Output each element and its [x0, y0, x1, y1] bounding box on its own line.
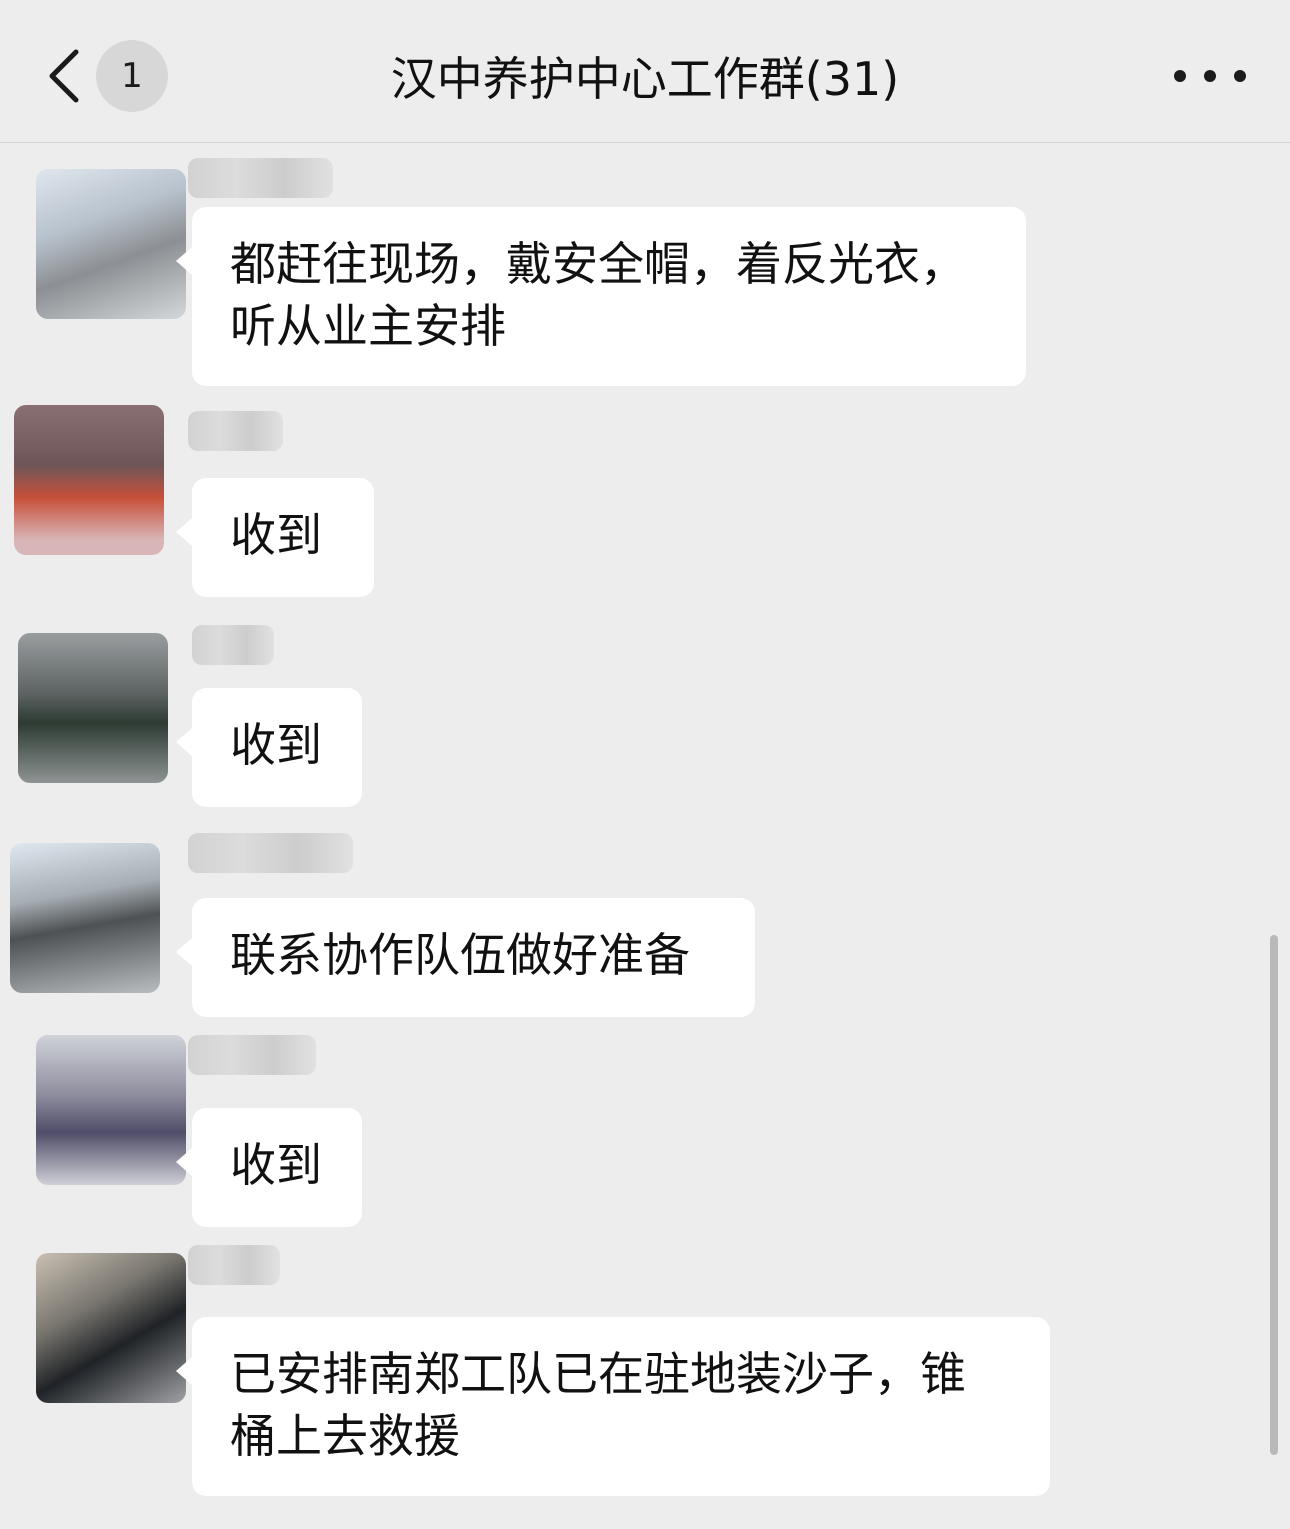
sender-name-redacted	[188, 158, 333, 198]
message-bubble[interactable]: 收到	[176, 1108, 362, 1227]
message-text: 联系协作队伍做好准备	[230, 928, 690, 982]
sender-name-redacted	[188, 1035, 316, 1075]
navigation-bar: 1 汉中养护中心工作群(31)	[0, 0, 1290, 143]
avatar[interactable]	[10, 843, 160, 993]
message-bubble[interactable]: 联系协作队伍做好准备	[176, 898, 755, 1017]
avatar[interactable]	[18, 633, 168, 783]
message-bubble[interactable]: 已安排南郑工队已在驻地装沙子，锥 桶上去救援	[176, 1317, 1050, 1496]
avatar[interactable]	[36, 169, 186, 319]
sender-name-redacted	[192, 625, 274, 665]
message-text: 听从业主安排	[230, 299, 506, 353]
message-text: 桶上去救援	[230, 1409, 460, 1463]
message-text: 收到	[230, 1138, 322, 1192]
dot-icon	[1234, 70, 1246, 82]
sender-name-redacted	[188, 411, 283, 451]
sender-name-redacted	[188, 833, 353, 873]
message-list[interactable]: 都赶往现场，戴安全帽，着反光衣， 听从业主安排 收到 收到 联系协作队伍做好准备…	[0, 143, 1290, 1529]
avatar[interactable]	[14, 405, 164, 555]
chat-screen: 1 汉中养护中心工作群(31) 都赶往现场，戴安全帽，着反光衣， 听从业主安排 …	[0, 0, 1290, 1529]
chevron-left-icon[interactable]	[44, 48, 84, 104]
message-bubble[interactable]: 收到	[176, 688, 362, 807]
message-text: 已安排南郑工队已在驻地装沙子，锥	[230, 1347, 966, 1401]
unread-count-badge[interactable]: 1	[96, 40, 168, 112]
message-text: 都赶往现场，戴安全帽，着反光衣，	[230, 237, 966, 291]
message-bubble[interactable]: 都赶往现场，戴安全帽，着反光衣， 听从业主安排	[176, 207, 1026, 386]
dot-icon	[1174, 70, 1186, 82]
chat-title: 汉中养护中心工作群(31)	[390, 52, 900, 106]
scrollbar[interactable]	[1270, 935, 1278, 1455]
message-text: 收到	[230, 508, 322, 562]
avatar[interactable]	[36, 1035, 186, 1185]
sender-name-redacted	[188, 1245, 280, 1285]
more-options-button[interactable]	[1174, 62, 1246, 90]
dot-icon	[1204, 70, 1216, 82]
message-text: 收到	[230, 718, 322, 772]
message-bubble[interactable]: 收到	[176, 478, 374, 597]
avatar[interactable]	[36, 1253, 186, 1403]
